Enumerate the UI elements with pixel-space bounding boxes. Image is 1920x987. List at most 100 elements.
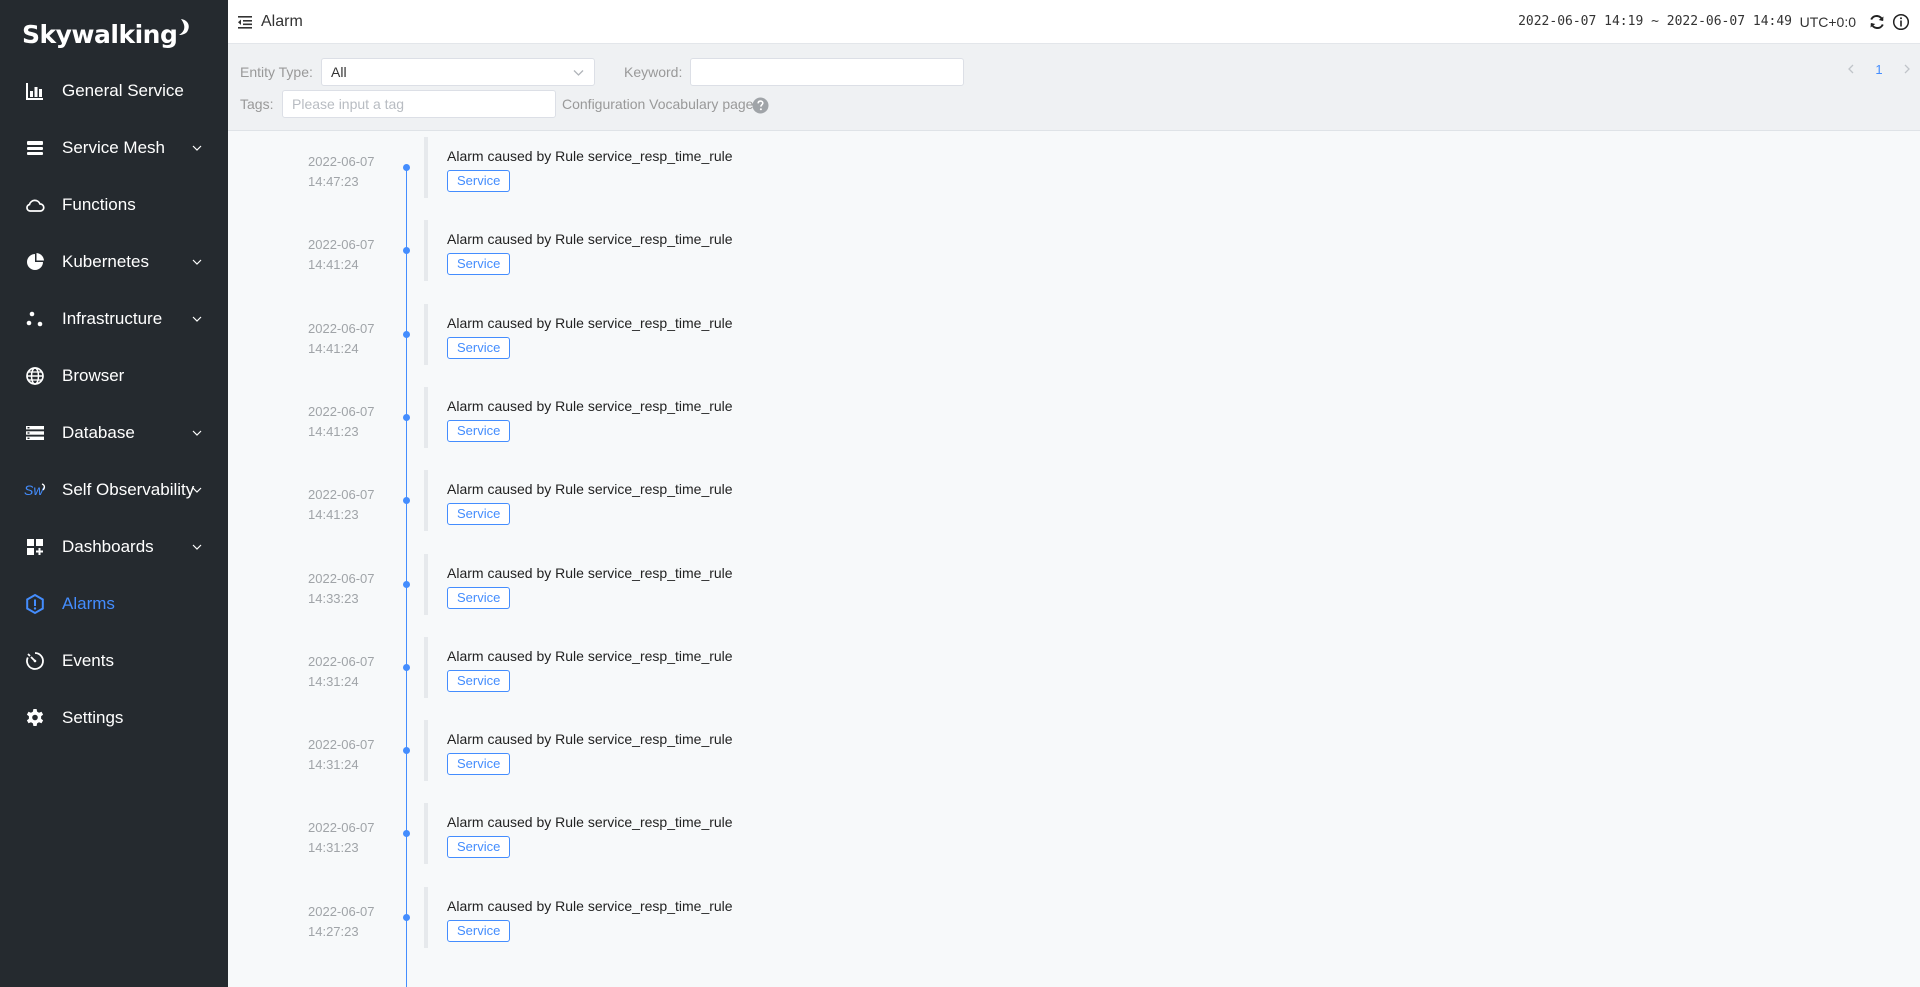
timeline-dot — [403, 747, 410, 755]
sidebar-item-kubernetes[interactable]: Kubernetes — [0, 233, 228, 290]
alarm-time: 14:33:23 — [308, 590, 359, 606]
tags-input[interactable] — [282, 90, 556, 118]
time-range-picker[interactable]: 2022-06-07 14:19 ~ 2022-06-07 14:49 — [1518, 14, 1792, 29]
chevron-down-icon — [192, 487, 202, 493]
chevron-down-icon — [192, 259, 202, 265]
alarm-item[interactable]: 2022-06-07 14:41:24 Alarm caused by Rule s… — [228, 215, 1920, 298]
alarm-time: 14:41:23 — [308, 423, 359, 439]
sidebar-item-label: Dashboards — [62, 536, 154, 556]
sidebar-item-service-mesh[interactable]: Service Mesh — [0, 119, 228, 176]
sidebar-item-database[interactable]: Database — [0, 404, 228, 461]
reload-icon[interactable] — [1868, 13, 1886, 31]
alarm-timeline[interactable]: 2022-06-07 14:47:23 Alarm caused by Rule s… — [228, 131, 1920, 987]
sidebar-item-settings[interactable]: Settings — [0, 689, 228, 746]
configuration-vocabulary-link[interactable]: Configuration Vocabulary page — [562, 96, 753, 112]
alarm-item[interactable]: 2022-06-07 14:41:24 Alarm caused by Rule s… — [228, 299, 1920, 382]
bar-chart-icon — [24, 80, 46, 102]
alarm-item[interactable]: 2022-06-07 14:41:23 Alarm caused by Rule s… — [228, 465, 1920, 548]
skywalking-logo[interactable]: Skywalking — [22, 16, 192, 52]
alarm-date: 2022-06-07 — [308, 154, 375, 169]
timeline-dot — [403, 830, 410, 838]
tags-label: Tags: — [240, 96, 274, 112]
keyword-input[interactable] — [690, 58, 964, 86]
database-icon — [24, 422, 46, 444]
alarm-scope-tag: Service — [447, 336, 511, 359]
timeline-dot — [403, 247, 410, 255]
timezone-label[interactable]: UTC+0:0 — [1800, 14, 1856, 30]
alarm-message[interactable]: Alarm caused by Rule service_resp_time_r… — [447, 231, 733, 247]
alarm-scope-tag: Service — [447, 753, 511, 776]
sidebar-item-alarms[interactable]: Alarms — [0, 575, 228, 632]
sidebar-item-label: Infrastructure — [62, 308, 163, 328]
alarm-date: 2022-06-07 — [308, 737, 375, 753]
globe-icon — [24, 365, 46, 387]
alarm-date: 2022-06-07 — [308, 653, 375, 669]
alarm-message[interactable]: Alarm caused by Rule service_resp_time_r… — [447, 731, 733, 747]
alarm-card-bar — [424, 886, 428, 948]
sidebar-item-label: Functions — [62, 194, 136, 214]
alarm-item[interactable]: 2022-06-07 14:31:24 Alarm caused by Rule s… — [228, 715, 1920, 798]
alarm-scope-tag: Service — [447, 419, 511, 442]
page-number[interactable]: 1 — [1864, 62, 1894, 77]
sidebar-item-events[interactable]: Events — [0, 632, 228, 689]
alarm-item[interactable]: 2022-06-07 14:47:23 Alarm caused by Rule s… — [228, 132, 1920, 215]
alarm-timestamp: 2022-06-07 14:47:23 — [308, 152, 375, 192]
layers-icon — [24, 137, 46, 159]
alarm-date: 2022-06-07 — [308, 320, 375, 336]
next-page-button[interactable] — [1894, 57, 1920, 81]
alarm-time: 14:41:24 — [308, 340, 359, 356]
timeline-dot — [403, 330, 410, 338]
alarm-timestamp: 2022-06-07 14:41:23 — [308, 402, 375, 442]
entity-type-value: All — [331, 64, 347, 80]
sidebar-item-general-service[interactable]: General Service — [0, 62, 228, 119]
alarm-scope-tag: Service — [447, 503, 511, 526]
nodes-icon — [24, 308, 46, 330]
collapse-menu-icon[interactable] — [236, 13, 254, 31]
alarm-card-bar — [424, 470, 428, 532]
sidebar-item-dashboards[interactable]: Dashboards — [0, 518, 228, 575]
alarm-icon — [24, 593, 46, 615]
sidebar-item-functions[interactable]: Functions — [0, 176, 228, 233]
question-icon[interactable] — [752, 97, 769, 114]
sidebar-item-label: Alarms — [62, 593, 115, 613]
alarm-item[interactable]: 2022-06-07 14:41:23 Alarm caused by Rule s… — [228, 382, 1920, 465]
timeline-dot — [403, 413, 410, 421]
alarm-scope-tag: Service — [447, 836, 511, 859]
alarm-item[interactable]: 2022-06-07 14:31:24 Alarm caused by Rule s… — [228, 632, 1920, 715]
sidebar-menu: General Service Service Mesh Functions Kube… — [0, 62, 228, 746]
alarm-message[interactable]: Alarm caused by Rule service_resp_time_r… — [447, 898, 733, 914]
alarm-message[interactable]: Alarm caused by Rule service_resp_time_r… — [447, 648, 733, 664]
alarm-item[interactable]: 2022-06-07 14:33:23 Alarm caused by Rule s… — [228, 549, 1920, 632]
alarm-timestamp: 2022-06-07 14:33:23 — [308, 569, 375, 609]
sidebar-item-self-observability[interactable]: Sw Self Observability — [0, 461, 228, 518]
previous-page-button[interactable] — [1838, 57, 1864, 81]
page-title: Alarm — [261, 13, 303, 30]
chevron-left-icon — [1848, 64, 1854, 74]
alarm-item[interactable]: 2022-06-07 14:31:23 Alarm caused by Rule s… — [228, 798, 1920, 881]
sidebar-item-browser[interactable]: Browser — [0, 347, 228, 404]
alarm-time: 14:47:23 — [308, 174, 359, 189]
alarm-time: 14:31:24 — [308, 757, 359, 773]
pagination: 1 — [1838, 57, 1920, 81]
alarm-item[interactable]: 2022-06-07 14:27:23 Alarm caused by Rule s… — [228, 882, 1920, 965]
chevron-down-icon — [573, 70, 584, 76]
alarm-message[interactable]: Alarm caused by Rule service_resp_time_r… — [447, 315, 733, 331]
sidebar-item-label: Settings — [62, 707, 124, 727]
alarm-timestamp: 2022-06-07 14:31:23 — [308, 818, 375, 858]
alarm-date: 2022-06-07 — [308, 403, 375, 419]
timeline-dot — [403, 497, 410, 505]
sidebar-item-infrastructure[interactable]: Infrastructure — [0, 290, 228, 347]
alarm-scope-tag: Service — [447, 253, 511, 276]
alarm-card-bar — [424, 636, 428, 698]
timeline-dot — [403, 580, 410, 588]
alarm-timestamp: 2022-06-07 14:41:24 — [308, 235, 375, 275]
entity-type-select[interactable]: All — [321, 58, 595, 86]
alarm-message[interactable]: Alarm caused by Rule service_resp_time_r… — [447, 148, 733, 164]
alarm-message[interactable]: Alarm caused by Rule service_resp_time_r… — [447, 481, 733, 497]
info-icon[interactable] — [1892, 13, 1910, 31]
alarm-scope-tag: Service — [447, 586, 511, 609]
alarm-message[interactable]: Alarm caused by Rule service_resp_time_r… — [447, 814, 733, 830]
alarm-message[interactable]: Alarm caused by Rule service_resp_time_r… — [447, 398, 733, 414]
alarm-message[interactable]: Alarm caused by Rule service_resp_time_r… — [447, 565, 733, 581]
alarm-date: 2022-06-07 — [308, 487, 375, 503]
